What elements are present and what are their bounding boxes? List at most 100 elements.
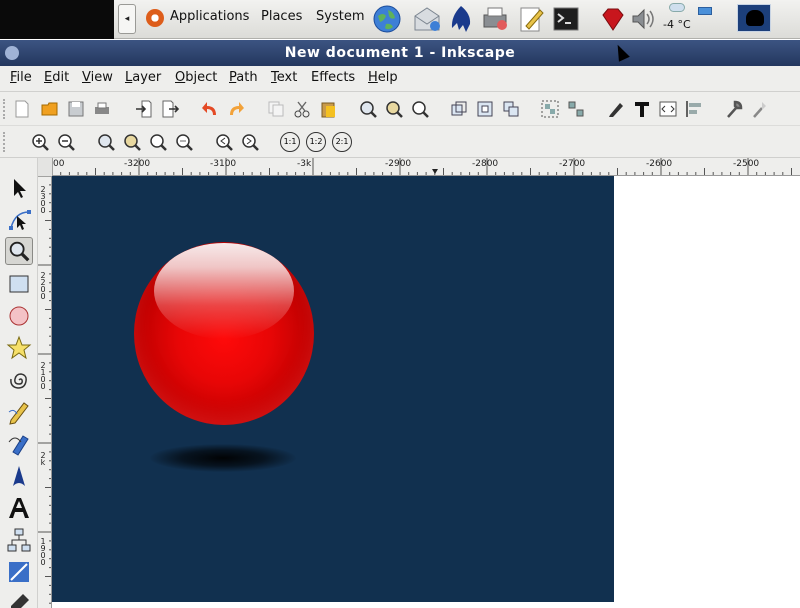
printer-icon[interactable] bbox=[480, 4, 510, 34]
bezier-tool-icon[interactable] bbox=[5, 430, 33, 458]
drawing-canvas[interactable] bbox=[52, 176, 800, 608]
align-distribute-icon[interactable] bbox=[684, 99, 704, 119]
new-document-icon[interactable] bbox=[12, 99, 32, 119]
zoom-page-width-icon[interactable] bbox=[174, 132, 194, 152]
unlink-clone-icon[interactable] bbox=[501, 99, 521, 119]
zoom-next-icon[interactable] bbox=[240, 132, 260, 152]
window-title: New document 1 - Inkscape bbox=[284, 45, 516, 61]
window-titlebar[interactable]: New document 1 - Inkscape bbox=[0, 40, 800, 66]
menu-layer[interactable]: Layer bbox=[125, 70, 161, 85]
clone-icon[interactable] bbox=[475, 99, 495, 119]
zoom-out-icon[interactable] bbox=[56, 132, 76, 152]
calligraphy-tool-icon[interactable] bbox=[5, 462, 33, 490]
sphere-highlight bbox=[154, 243, 294, 339]
zoom-1-2-button[interactable]: 1:2 bbox=[306, 132, 326, 152]
zoom-previous-icon[interactable] bbox=[214, 132, 234, 152]
save-icon[interactable] bbox=[66, 99, 86, 119]
print-icon[interactable] bbox=[92, 99, 112, 119]
text-tool-icon[interactable] bbox=[5, 494, 33, 522]
places-menu[interactable]: Places bbox=[261, 9, 302, 24]
menu-text[interactable]: Text bbox=[271, 70, 297, 85]
selector-tool-icon[interactable] bbox=[5, 174, 33, 202]
horizontal-ruler-ticks bbox=[52, 158, 792, 175]
document-properties-icon[interactable] bbox=[750, 99, 770, 119]
open-icon[interactable] bbox=[40, 99, 60, 119]
zoom-tool-button[interactable] bbox=[5, 237, 33, 265]
copy-icon[interactable] bbox=[266, 99, 286, 119]
rectangle-tool-icon[interactable] bbox=[5, 270, 33, 298]
ruler-label: 00 bbox=[53, 159, 65, 169]
ruler-label: -3100 bbox=[210, 159, 237, 169]
inkscape-taskbar-icon[interactable] bbox=[737, 4, 771, 32]
redo-icon[interactable] bbox=[226, 99, 246, 119]
connector-tool-icon[interactable] bbox=[5, 526, 33, 554]
group-icon[interactable] bbox=[540, 99, 560, 119]
page-area[interactable] bbox=[52, 176, 614, 602]
menu-view[interactable]: View bbox=[82, 70, 113, 85]
ellipse-tool-icon[interactable] bbox=[5, 302, 33, 330]
xml-editor-icon[interactable] bbox=[658, 99, 678, 119]
export-icon[interactable] bbox=[160, 99, 180, 119]
import-icon[interactable] bbox=[134, 99, 154, 119]
panel-collapse-button[interactable]: ◂ bbox=[118, 4, 136, 34]
applications-menu[interactable]: Applications bbox=[170, 9, 249, 24]
ruler-label: 2 k bbox=[40, 451, 46, 467]
paste-icon[interactable] bbox=[318, 99, 338, 119]
sphere-shadow[interactable] bbox=[150, 444, 296, 472]
zoom-in-icon[interactable] bbox=[30, 132, 50, 152]
web-browser-icon[interactable] bbox=[372, 4, 402, 34]
toolbar-grip[interactable] bbox=[3, 132, 7, 152]
pencil-tool-icon[interactable] bbox=[5, 398, 33, 426]
star-tool-icon[interactable] bbox=[5, 334, 33, 362]
menu-path[interactable]: Path bbox=[229, 70, 258, 85]
cut-icon[interactable] bbox=[292, 99, 312, 119]
ungroup-icon[interactable] bbox=[566, 99, 586, 119]
node-tool-icon[interactable] bbox=[5, 206, 33, 234]
menu-object[interactable]: Object bbox=[175, 70, 217, 85]
mail-client-icon[interactable] bbox=[412, 4, 442, 34]
system-menu[interactable]: System bbox=[316, 9, 364, 24]
ruby-gem-icon[interactable] bbox=[598, 4, 628, 34]
vertical-ruler[interactable]: 2 3 0 0 2 2 0 0 2 1 0 0 2 k 1 9 0 0 bbox=[38, 176, 52, 608]
temperature-readout[interactable]: -4 °C bbox=[663, 18, 691, 31]
undo-icon[interactable] bbox=[200, 99, 220, 119]
battery-icon[interactable] bbox=[698, 7, 712, 15]
zoom-page-icon[interactable] bbox=[410, 99, 430, 119]
horizontal-ruler[interactable]: 00 -3200 -3100 -3k -2900 -2800 -2700 -26… bbox=[52, 158, 800, 176]
fill-stroke-icon[interactable] bbox=[606, 99, 626, 119]
text-font-icon[interactable] bbox=[632, 99, 652, 119]
zoom-tool-icon bbox=[9, 241, 30, 262]
zoom-fit-drawing-icon[interactable] bbox=[122, 132, 142, 152]
inkscape-launcher-icon[interactable] bbox=[446, 4, 476, 34]
spiral-tool-icon[interactable] bbox=[5, 366, 33, 394]
ruler-label: -2900 bbox=[385, 159, 412, 169]
ubuntu-logo-icon[interactable] bbox=[146, 9, 164, 27]
ruler-corner bbox=[38, 158, 52, 176]
menu-file[interactable]: File bbox=[10, 70, 32, 85]
zoom-selection-icon[interactable] bbox=[358, 99, 378, 119]
menu-effects[interactable]: Effects bbox=[311, 70, 355, 85]
zoom-fit-selection-icon[interactable] bbox=[96, 132, 116, 152]
zoom-1-1-button[interactable]: 1:1 bbox=[280, 132, 300, 152]
menu-help[interactable]: Help bbox=[368, 70, 398, 85]
duplicate-icon[interactable] bbox=[449, 99, 469, 119]
ruler-label: -2700 bbox=[559, 159, 586, 169]
toolbar-grip[interactable] bbox=[3, 99, 7, 119]
dropper-tool-icon[interactable] bbox=[5, 590, 33, 608]
zoom-fit-page-icon[interactable] bbox=[148, 132, 168, 152]
text-editor-icon[interactable] bbox=[516, 4, 546, 34]
commands-toolbar bbox=[0, 92, 800, 126]
ruler-label: 2 3 0 0 bbox=[40, 185, 46, 215]
menu-edit[interactable]: Edit bbox=[44, 70, 69, 85]
weather-cloud-icon[interactable] bbox=[669, 3, 685, 12]
zoom-drawing-icon[interactable] bbox=[384, 99, 404, 119]
ruler-label: -3200 bbox=[124, 159, 151, 169]
ruler-label: 2 2 0 0 bbox=[40, 271, 46, 301]
preferences-icon[interactable] bbox=[724, 99, 744, 119]
volume-icon[interactable] bbox=[628, 4, 658, 34]
ruler-label: -2600 bbox=[646, 159, 673, 169]
gradient-tool-icon[interactable] bbox=[5, 558, 33, 586]
zoom-2-1-button[interactable]: 2:1 bbox=[332, 132, 352, 152]
terminal-icon[interactable] bbox=[551, 4, 581, 34]
ruler-label: -2800 bbox=[472, 159, 499, 169]
